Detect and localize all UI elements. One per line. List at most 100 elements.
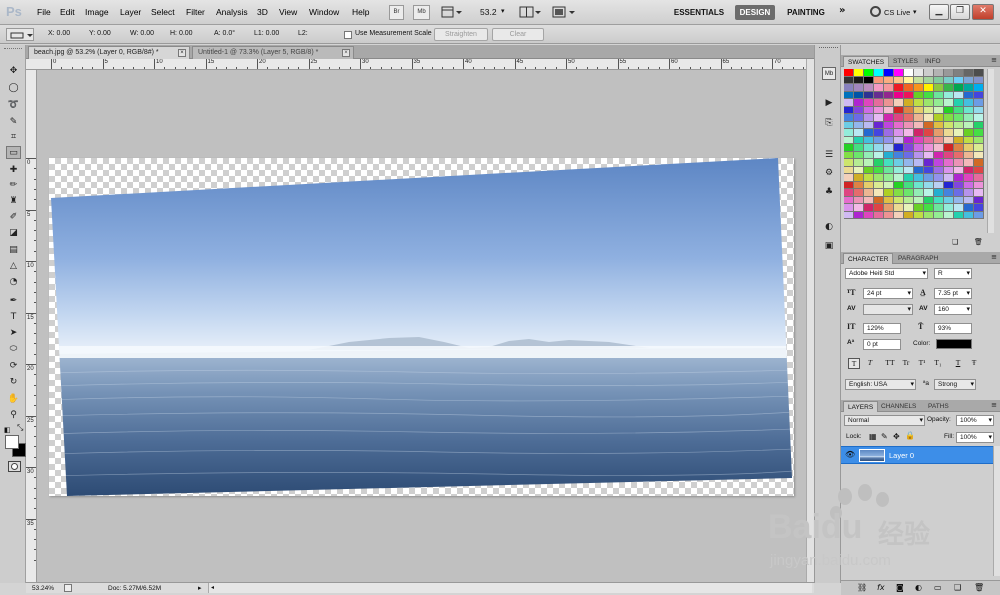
swatch[interactable]	[904, 69, 914, 77]
swatch[interactable]	[864, 151, 874, 159]
swatch[interactable]	[884, 174, 894, 182]
tab-layers[interactable]: LAYERS	[843, 401, 879, 412]
swatch[interactable]	[974, 151, 984, 159]
swatch[interactable]	[964, 166, 974, 174]
swatch[interactable]	[894, 136, 904, 144]
swatch[interactable]	[914, 114, 924, 122]
zoom-tool-icon[interactable]: ⚲	[6, 409, 21, 422]
swatch[interactable]	[864, 196, 874, 204]
swatch[interactable]	[884, 129, 894, 137]
swatch[interactable]	[874, 196, 884, 204]
swatch[interactable]	[904, 129, 914, 137]
menu-select[interactable]: Select	[151, 7, 175, 17]
swatch[interactable]	[924, 189, 934, 197]
notes-panel-icon[interactable]: ▣	[822, 240, 836, 253]
swatch[interactable]	[964, 181, 974, 189]
swatch[interactable]	[944, 84, 954, 92]
swatch[interactable]	[974, 69, 984, 77]
swatch[interactable]	[864, 121, 874, 129]
status-menu-icon[interactable]: ▸	[198, 584, 202, 592]
swatch[interactable]	[964, 136, 974, 144]
swatch[interactable]	[874, 91, 884, 99]
swatch[interactable]	[954, 166, 964, 174]
swatch[interactable]	[934, 69, 944, 77]
swatch[interactable]	[914, 204, 924, 212]
swatch[interactable]	[914, 189, 924, 197]
layer-thumbnail[interactable]	[859, 449, 885, 462]
workspace-painting[interactable]: PAINTING	[783, 5, 829, 20]
swatch[interactable]	[854, 91, 864, 99]
tool-preset-picker[interactable]	[6, 28, 34, 41]
3d-rotate-tool-icon[interactable]: ⟳	[6, 360, 21, 373]
swatch[interactable]	[914, 106, 924, 114]
swatch[interactable]	[894, 84, 904, 92]
swatch[interactable]	[964, 211, 974, 219]
baseline-shift-field[interactable]: 0 pt	[863, 339, 901, 350]
font-family-select[interactable]: Adobe Heiti Std	[845, 268, 928, 279]
swatch[interactable]	[894, 114, 904, 122]
swatch[interactable]	[964, 174, 974, 182]
measurement-scale-checkbox[interactable]	[344, 31, 352, 39]
menu-edit[interactable]: Edit	[60, 7, 75, 17]
swatch[interactable]	[874, 84, 884, 92]
menu-help[interactable]: Help	[352, 7, 369, 17]
swatch[interactable]	[874, 136, 884, 144]
swatch[interactable]	[854, 144, 864, 152]
superscript-button[interactable]: T¹	[916, 358, 928, 369]
clone-stamp-tool-icon[interactable]: ♜	[6, 195, 21, 208]
add-mask-icon[interactable]: ◙	[896, 583, 904, 592]
swatch[interactable]	[924, 181, 934, 189]
swatch[interactable]	[854, 196, 864, 204]
panel-menu-icon[interactable]: ≡	[991, 253, 997, 261]
swatch[interactable]	[844, 211, 854, 219]
swatch[interactable]	[934, 151, 944, 159]
small-caps-button[interactable]: Tr	[900, 358, 912, 369]
swatch[interactable]	[894, 181, 904, 189]
swatch[interactable]	[924, 166, 934, 174]
swatch[interactable]	[904, 174, 914, 182]
gradient-tool-icon[interactable]: ▤	[6, 244, 21, 257]
workspace-design[interactable]: DESIGN	[735, 5, 775, 20]
swatch[interactable]	[944, 166, 954, 174]
swatch[interactable]	[914, 159, 924, 167]
swatch[interactable]	[894, 204, 904, 212]
lock-image-icon[interactable]: ✎	[881, 432, 888, 441]
swatch[interactable]	[974, 114, 984, 122]
swatch[interactable]	[944, 144, 954, 152]
swatch[interactable]	[944, 114, 954, 122]
fx-icon[interactable]: fx	[877, 583, 885, 592]
swatch[interactable]	[894, 159, 904, 167]
swatch[interactable]	[884, 114, 894, 122]
swatch[interactable]	[874, 76, 884, 84]
swatch[interactable]	[974, 99, 984, 107]
type-tool-icon[interactable]: T	[6, 311, 21, 324]
swatch[interactable]	[934, 99, 944, 107]
vertical-scale-field[interactable]: 129%	[863, 323, 901, 334]
swatch[interactable]	[974, 91, 984, 99]
swatch[interactable]	[854, 114, 864, 122]
eraser-tool-icon[interactable]: ◪	[6, 227, 21, 240]
menu-image[interactable]: Image	[85, 7, 109, 17]
swatch[interactable]	[944, 196, 954, 204]
menu-window[interactable]: Window	[309, 7, 339, 17]
swatch[interactable]	[854, 76, 864, 84]
language-select[interactable]: English: USA	[845, 379, 916, 390]
swatch[interactable]	[874, 189, 884, 197]
swatch[interactable]	[974, 181, 984, 189]
horizontal-ruler[interactable]: 0 5 10 15 20 25 30 35 40 45 50 55 60 65 70	[26, 59, 814, 70]
swatch[interactable]	[844, 166, 854, 174]
tab-untitled-1[interactable]: Untitled-1 @ 73.3% (Layer 5, RGB/8) * ×	[192, 46, 354, 59]
antialias-select[interactable]: Strong	[934, 379, 976, 390]
swatch[interactable]	[844, 181, 854, 189]
swatch[interactable]	[964, 129, 974, 137]
straighten-button[interactable]: Straighten	[434, 28, 488, 41]
swatch[interactable]	[904, 121, 914, 129]
swatch[interactable]	[944, 174, 954, 182]
swatch[interactable]	[924, 204, 934, 212]
opacity-field[interactable]: 100%	[956, 415, 994, 426]
swatch[interactable]	[884, 76, 894, 84]
swatch[interactable]	[934, 129, 944, 137]
swatch[interactable]	[894, 91, 904, 99]
lasso-tool-icon[interactable]: ➰	[6, 99, 21, 112]
swatch[interactable]	[874, 99, 884, 107]
